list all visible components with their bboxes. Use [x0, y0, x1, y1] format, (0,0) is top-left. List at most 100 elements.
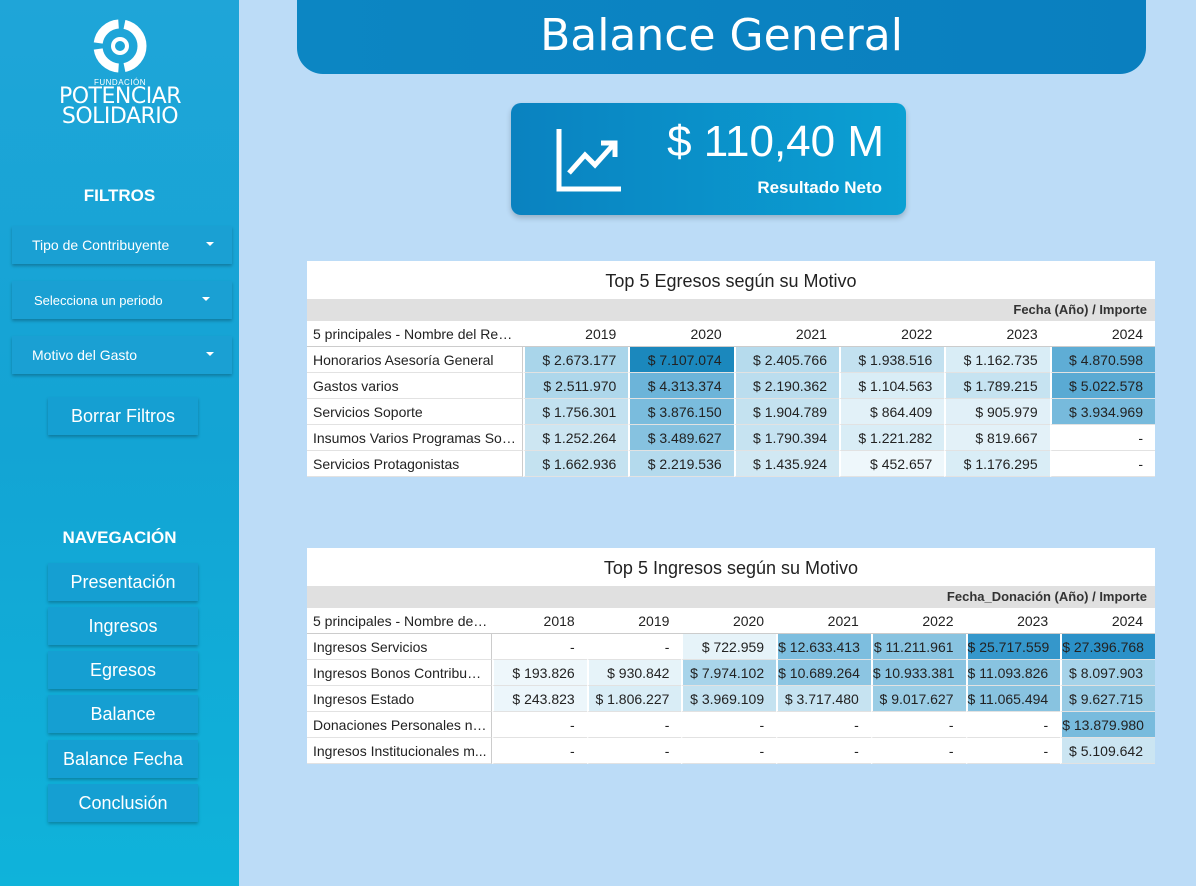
table-row: Ingresos Institucionales m... - - - - - - $ 5.1… — [307, 738, 1155, 764]
table-row: Donaciones Personales no ... - - - - - - $ 13.8… — [307, 712, 1155, 738]
table-cell: $ 25.717.559 — [965, 634, 1061, 660]
table-cell: $ 11.093.826 — [965, 660, 1061, 686]
table-cell: $ 1.806.227 — [586, 686, 682, 712]
egresos-fecha-header: Fecha (Año) / Importe — [307, 299, 1155, 321]
ingresos-header-year[interactable]: 2019 — [586, 608, 682, 634]
clear-filters-button[interactable]: Borrar Filtros — [48, 397, 198, 435]
table-cell: $ 3.969.109 — [681, 686, 777, 712]
table-row: Gastos varios $ 2.511.970 $ 4.313.374 $ 2.1… — [307, 373, 1155, 399]
table-cell: $ 2.405.766 — [733, 347, 839, 373]
kpi-card-resultado-neto: $ 110,40 M Resultado Neto — [511, 103, 906, 215]
filter-tipo-contribuyente[interactable]: Tipo de Contribuyente — [12, 226, 232, 264]
table-cell: $ 930.842 — [586, 660, 682, 686]
nav-title: NAVEGACIÓN — [62, 528, 177, 547]
egresos-header-year[interactable]: 2023 — [944, 321, 1050, 347]
nav-ingresos[interactable]: Ingresos — [48, 607, 198, 645]
nav-conclusion[interactable]: Conclusión — [48, 784, 198, 822]
kpi-label: Resultado Neto — [757, 178, 882, 197]
table-cell: $ 3.717.480 — [776, 686, 871, 712]
table-cell: $ 9.627.715 — [1060, 686, 1155, 712]
table-cell: $ 5.022.578 — [1049, 373, 1155, 399]
table-cell: - — [681, 738, 777, 764]
table-cell: $ 722.959 — [681, 634, 777, 660]
table-cell: $ 1.662.936 — [523, 451, 629, 477]
table-cell: $ 1.756.301 — [523, 399, 629, 425]
page-title: Balance General — [297, 0, 1146, 74]
ingresos-header-year[interactable]: 2021 — [776, 608, 871, 634]
table-cell: $ 11.065.494 — [965, 686, 1061, 712]
table-cell: - — [586, 712, 682, 738]
ingresos-header-year[interactable]: 2022 — [870, 608, 966, 634]
egresos-header-year[interactable]: 2024 — [1049, 321, 1155, 347]
egresos-header-year[interactable]: 2022 — [838, 321, 945, 347]
table-row: Ingresos Bonos Contribuci... $ 193.826 $ 9… — [307, 660, 1155, 686]
table-cell: $ 5.109.642 — [1060, 738, 1155, 764]
table-cell: $ 12.633.413 — [776, 634, 871, 660]
table-cell: - — [870, 712, 966, 738]
table-cell: - — [776, 712, 871, 738]
table-cell: $ 3.489.627 — [628, 425, 734, 451]
nav-egresos[interactable]: Egresos — [48, 651, 198, 689]
table-cell: $ 13.879.980 — [1060, 712, 1155, 738]
table-cell: $ 11.211.961 — [870, 634, 966, 660]
table-cell: $ 1.162.735 — [944, 347, 1050, 373]
table-cell: - — [965, 712, 1061, 738]
table-cell: $ 1.938.516 — [838, 347, 945, 373]
logo-icon — [93, 19, 147, 73]
filter-label: Tipo de Contribuyente — [32, 237, 170, 253]
table-cell: $ 905.979 — [944, 399, 1050, 425]
egresos-header-year[interactable]: 2019 — [523, 321, 629, 347]
egresos-table-title: Top 5 Egresos según su Motivo — [605, 271, 857, 291]
filters-title: FILTROS — [83, 186, 156, 205]
table-cell: $ 7.974.102 — [681, 660, 777, 686]
table-cell: $ 2.190.362 — [733, 373, 839, 399]
table-cell: $ 1.252.264 — [523, 425, 629, 451]
sidebar: FUNDACIÓN POTENCIAR SOLIDARIO FILTROS Ti… — [0, 0, 239, 886]
kpi-value: $ 110,40 M — [667, 117, 884, 166]
table-cell: $ 27.396.768 — [1060, 634, 1155, 660]
row-label: Servicios Soporte — [307, 399, 523, 425]
table-cell: $ 1.904.789 — [733, 399, 839, 425]
table-cell: $ 9.017.627 — [870, 686, 966, 712]
nav-balance[interactable]: Balance — [48, 695, 198, 733]
table-cell: $ 4.313.374 — [628, 373, 734, 399]
table-cell: $ 1.176.295 — [944, 451, 1050, 477]
filter-motivo-gasto[interactable]: Motivo del Gasto — [12, 336, 232, 374]
row-label: Servicios Protagonistas — [307, 451, 523, 477]
filter-periodo[interactable]: Selecciona un periodo — [12, 281, 232, 319]
nav-balance-fecha[interactable]: Balance Fecha — [48, 740, 198, 778]
ingresos-header-name[interactable]: 5 principales - Nombre del ... — [307, 608, 492, 634]
table-row: Servicios Protagonistas $ 1.662.936 $ 2.21… — [307, 451, 1155, 477]
table-cell: $ 10.933.381 — [870, 660, 966, 686]
table-cell: $ 243.823 — [492, 686, 587, 712]
trending-up-icon — [556, 129, 621, 192]
egresos-header-year[interactable]: 2020 — [628, 321, 734, 347]
ingresos-table-title: Top 5 Ingresos según su Motivo — [603, 558, 859, 578]
nav-presentacion[interactable]: Presentación — [48, 563, 198, 601]
table-cell: - — [965, 738, 1061, 764]
table-row: Honorarios Asesoría General $ 2.673.177 $ … — [307, 347, 1155, 373]
table-cell: $ 1.435.924 — [733, 451, 839, 477]
chevron-down-icon — [206, 352, 214, 356]
table-cell: - — [776, 738, 871, 764]
row-label: Ingresos Estado — [307, 686, 492, 712]
table-cell: - — [492, 634, 587, 660]
chevron-down-icon — [202, 297, 210, 301]
ingresos-header-year[interactable]: 2023 — [965, 608, 1061, 634]
ingresos-header-year[interactable]: 2024 — [1060, 608, 1155, 634]
logo-line2: SOLIDARIO — [61, 104, 179, 129]
egresos-header-year[interactable]: 2021 — [733, 321, 839, 347]
table-cell: - — [681, 712, 777, 738]
ingresos-header-year[interactable]: 2020 — [681, 608, 777, 634]
row-label: Gastos varios — [307, 373, 523, 399]
table-cell: $ 10.689.264 — [776, 660, 871, 686]
table-cell: - — [1049, 425, 1155, 451]
filter-label: Selecciona un periodo — [34, 292, 163, 308]
table-cell: $ 8.097.903 — [1060, 660, 1155, 686]
ingresos-header-year[interactable]: 2018 — [492, 608, 587, 634]
table-cell: - — [586, 634, 682, 660]
egresos-header-name[interactable]: 5 principales - Nombre del Regis... — [307, 321, 523, 347]
table-cell: $ 819.667 — [944, 425, 1050, 451]
table-cell: $ 4.870.598 — [1049, 347, 1155, 373]
table-row: Ingresos Servicios - - $ 722.959 $ 12.633.41… — [307, 634, 1155, 660]
